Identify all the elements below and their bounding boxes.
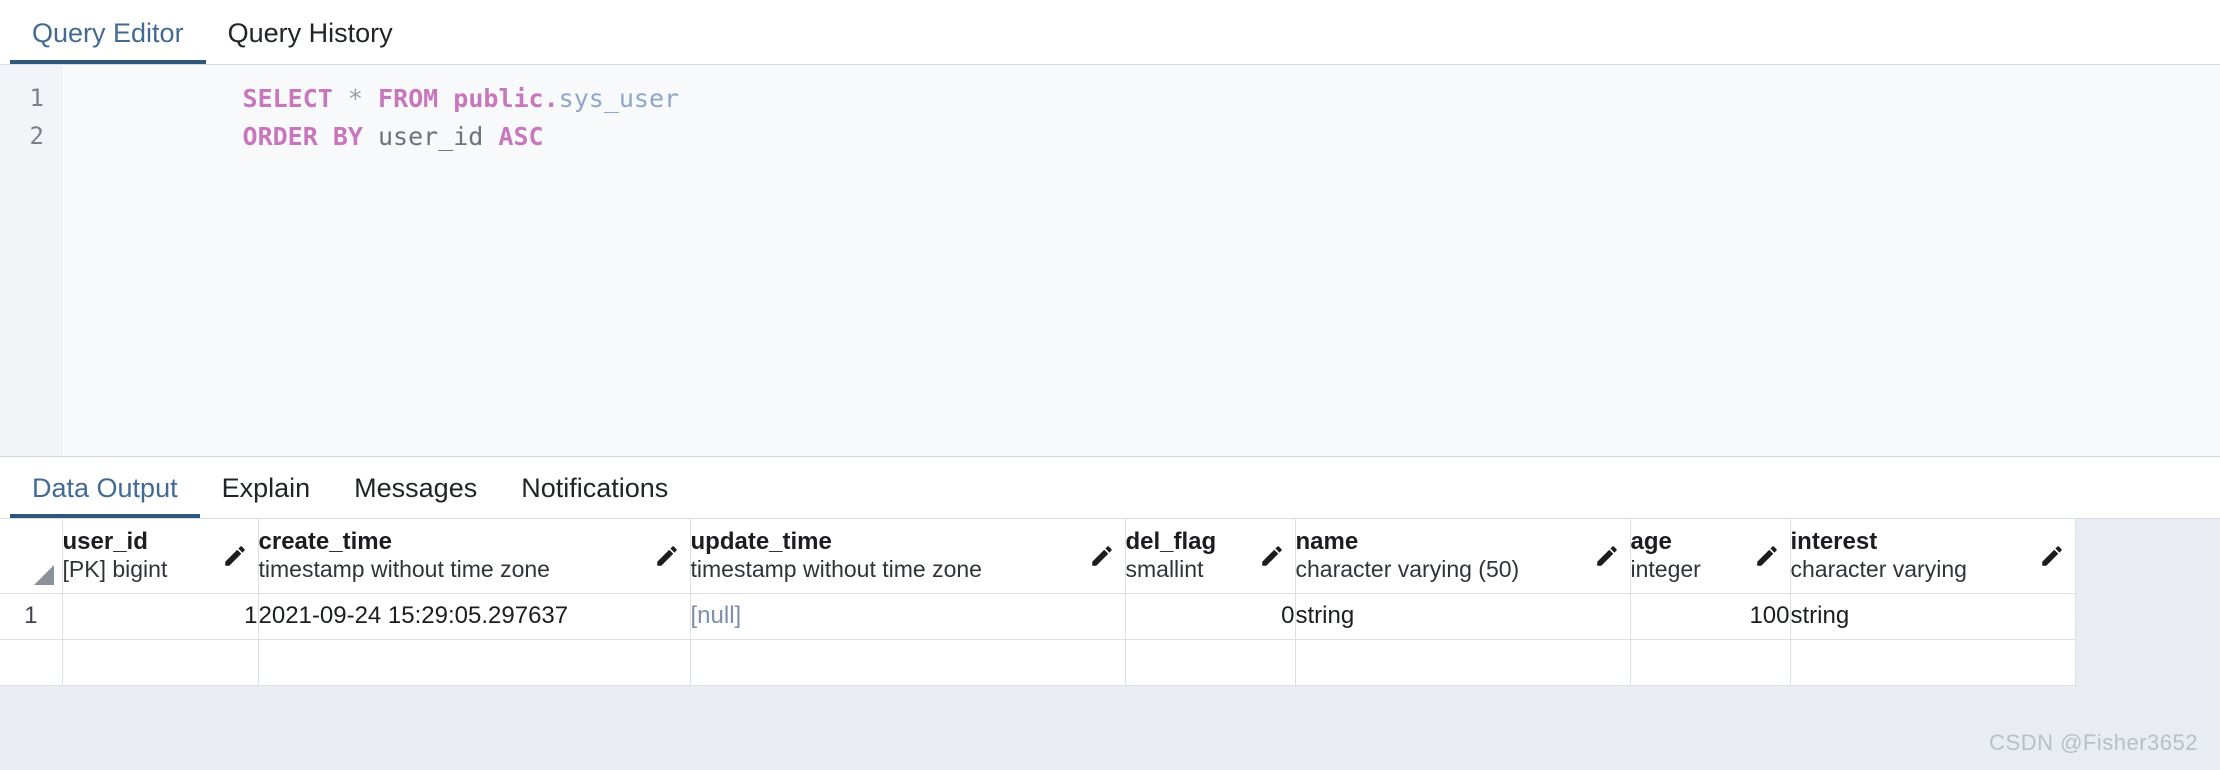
pencil-icon[interactable] [2039,543,2065,569]
triangle-select-all-icon [33,564,54,585]
sql-token: . [543,83,559,113]
tab-query-history[interactable]: Query History [206,20,415,64]
select-all-corner-cell[interactable] [0,519,63,594]
pencil-icon[interactable] [1754,543,1780,569]
sql-token: sys_user [558,83,680,113]
sql-editor[interactable]: 1 SELECT * FROM public.sys_user 2 ORDER … [0,65,2220,457]
tab-explain[interactable]: Explain [200,475,333,518]
cell-interest[interactable]: string [1790,593,2076,640]
grid-column-header-age[interactable]: age integer [1630,519,1791,594]
column-type: timestamp without time zone [690,556,982,583]
watermark: CSDN @Fisher3652 [1989,730,2198,755]
table-row-empty[interactable] [0,639,2076,686]
line-number: 2 [29,122,44,150]
grid-column-header-update_time[interactable]: update_time timestamp without time zone [690,519,1126,594]
grid-header-row: user_id [PK] bigint create_time timestamp w… [0,519,2076,594]
grid-column-header-user_id[interactable]: user_id [PK] bigint [62,519,259,594]
tab-query-editor[interactable]: Query Editor [10,20,206,64]
column-name: interest [1790,528,1878,556]
pencil-icon[interactable] [1259,543,1285,569]
column-type: character varying (50) [1295,556,1520,583]
pencil-icon[interactable] [654,543,680,569]
column-name: update_time [690,528,832,556]
empty-cell[interactable] [258,639,691,686]
empty-cell[interactable] [1790,639,2076,686]
editor-tabstrip: Query Editor Query History [0,0,2220,65]
cell-age[interactable]: 100 [1630,593,1791,640]
pgadmin-query-tool: Query Editor Query History 1 SELECT * FR… [0,0,2220,770]
empty-cell[interactable] [62,639,259,686]
grid-column-header-del_flag[interactable]: del_flag smallint [1125,519,1296,594]
data-output-grid: user_id [PK] bigint create_time timestamp w… [0,519,2076,686]
sql-code-area[interactable]: 1 SELECT * FROM public.sys_user 2 ORDER … [0,65,2220,456]
pencil-icon[interactable] [1594,543,1620,569]
grid-header: user_id [PK] bigint create_time timestamp w… [0,519,2076,594]
code-line: 2 ORDER BY user_id ASC [0,117,2220,155]
cell-del_flag[interactable]: 0 [1125,593,1296,640]
grid-column-header-name[interactable]: name character varying (50) [1295,519,1631,594]
empty-cell[interactable] [1125,639,1296,686]
column-type: character varying [1790,556,1967,583]
empty-cell[interactable] [690,639,1126,686]
tab-notifications[interactable]: Notifications [499,475,690,518]
grid-body: 1 1 2021-09-24 15:29:05.297637 [null] 0 strin… [0,593,2076,686]
sql-token: user_id [378,121,484,151]
tab-data-output[interactable]: Data Output [10,475,200,518]
empty-cell[interactable] [0,639,63,686]
cell-name[interactable]: string [1295,593,1631,640]
results-panel: Data Output Explain Messages Notificatio… [0,457,2220,770]
sql-token: ASC [498,121,544,151]
column-name: create_time [258,528,392,556]
row-number[interactable]: 1 [0,593,63,640]
cell-update_time[interactable]: [null] [690,593,1126,640]
pencil-icon[interactable] [222,543,248,569]
grid-column-header-interest[interactable]: interest character varying [1790,519,2076,594]
cell-user_id[interactable]: 1 [62,593,259,640]
line-number: 1 [29,84,44,112]
column-type: timestamp without time zone [258,556,550,583]
cell-create_time[interactable]: 2021-09-24 15:29:05.297637 [258,593,691,640]
results-tabstrip: Data Output Explain Messages Notificatio… [0,457,2220,519]
column-name: name [1295,528,1359,556]
sql-token: ORDER BY [242,121,363,151]
pencil-icon[interactable] [1089,543,1115,569]
table-row[interactable]: 1 1 2021-09-24 15:29:05.297637 [null] 0 strin… [0,593,2076,640]
tab-messages[interactable]: Messages [332,475,499,518]
data-grid-wrapper: user_id [PK] bigint create_time timestamp w… [0,519,2220,705]
grid-column-header-create_time[interactable]: create_time timestamp without time zone [258,519,691,594]
code-line-text: ORDER BY user_id ASC [62,93,544,180]
empty-cell[interactable] [1630,639,1791,686]
empty-cell[interactable] [1295,639,1631,686]
